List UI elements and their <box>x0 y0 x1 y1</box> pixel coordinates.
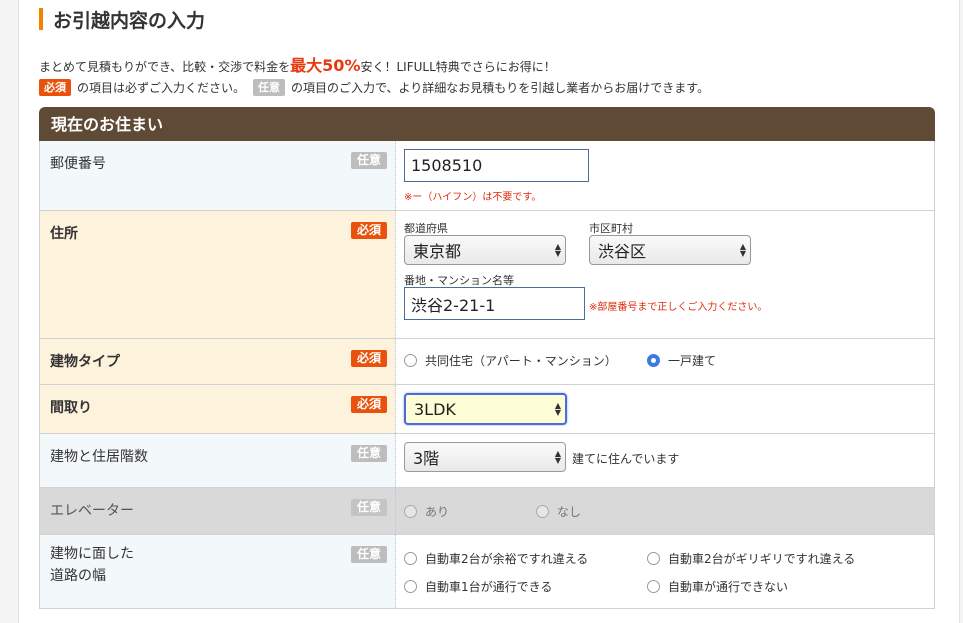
intro-line-1: まとめて見積もりができ、比較・交渉で料金を最大50%安く！LIFULL特典でさら… <box>39 52 556 76</box>
label-cell: 建物と住居階数 任意 <box>40 434 396 487</box>
field-cell: 共同住宅（アパート・マンション） 一戸建て <box>396 339 934 384</box>
layout-value: 3LDK <box>414 399 456 419</box>
prefecture-select[interactable]: 東京都 ▲ ▼ <box>404 235 566 265</box>
label-cell: 郵便番号 任意 <box>40 141 396 210</box>
field-cell: 3階 ▲ ▼ 建てに住んでいます <box>396 434 934 487</box>
radio-circle-icon <box>536 505 549 518</box>
row-label: エレベーター <box>50 503 134 519</box>
field-cell: あり なし <box>396 488 934 534</box>
label-cell: 建物に面した 道路の幅 任意 <box>40 535 396 608</box>
label-cell: 建物タイプ 必須 <box>40 339 396 384</box>
intro-line-1-pre: まとめて見積もりができ、比較・交渉で料金を <box>39 60 291 74</box>
radio-circle-icon <box>647 354 660 367</box>
city-label: 市区町村 <box>589 222 633 235</box>
optional-badge: 任意 <box>253 79 286 96</box>
intro-line-2: 必須 の項目は必ずご入力ください。 任意 の項目のご入力で、より詳細なお見積もり… <box>39 79 709 96</box>
radio-detached-house[interactable]: 一戸建て <box>647 352 716 369</box>
city-select[interactable]: 渋谷区 ▲ ▼ <box>589 235 751 265</box>
intro-line-1-post: 安く！LIFULL特典でさらにお得に！ <box>360 60 556 74</box>
floors-suffix: 建てに住んでいます <box>572 452 680 466</box>
required-badge: 必須 <box>350 396 387 413</box>
label-cell: 間取り 必須 <box>40 385 396 433</box>
radio-circle-icon <box>404 580 417 593</box>
radio-circle-icon <box>647 552 660 565</box>
prefecture-value: 東京都 <box>413 242 462 261</box>
up-down-chevron-icon: ▲ ▼ <box>554 242 561 258</box>
layout-select[interactable]: 3LDK ▲ ▼ <box>404 393 567 425</box>
row-label-line-2: 道路の幅 <box>50 568 106 584</box>
prefecture-label: 都道府県 <box>404 222 448 235</box>
radio-label: あり <box>425 505 450 519</box>
optional-badge: 任意 <box>350 445 387 462</box>
up-down-chevron-icon: ▲ ▼ <box>554 449 561 465</box>
row-floors: 建物と住居階数 任意 3階 ▲ ▼ 建てに住んでいます <box>39 434 935 488</box>
page-title-text: お引越内容の入力 <box>53 9 206 32</box>
row-label: 住所 <box>50 226 78 242</box>
radio-label: 自動車1台が通行できる <box>425 580 553 594</box>
radio-road-option-3[interactable]: 自動車1台が通行できる <box>404 578 552 595</box>
title-accent-bar <box>39 8 43 30</box>
field-cell: 1508510 ※ー（ハイフン）は不要です。 <box>396 141 934 210</box>
row-label-line-1: 建物に面した <box>50 546 134 562</box>
row-building-type: 建物タイプ 必須 共同住宅（アパート・マンション） 一戸建て <box>39 339 935 385</box>
radio-road-option-4[interactable]: 自動車が通行できない <box>647 578 788 595</box>
intro-line-2-mid: の項目は必ずご入力ください。 <box>77 81 246 95</box>
row-layout: 間取り 必須 3LDK ▲ ▼ <box>39 385 935 434</box>
street-address-input[interactable]: 渋谷2-21-1 <box>404 287 585 320</box>
optional-badge: 任意 <box>350 546 387 563</box>
street-label: 番地・マンション名等 <box>404 274 514 287</box>
row-label: 建物タイプ <box>50 354 120 370</box>
row-label: 郵便番号 <box>50 156 106 172</box>
row-elevator: エレベーター 任意 あり なし <box>39 488 935 535</box>
radio-road-option-2[interactable]: 自動車2台がギリギリですれ違える <box>647 550 855 567</box>
radio-road-option-1[interactable]: 自動車2台が余裕ですれ違える <box>404 550 588 567</box>
postal-code-input[interactable]: 1508510 <box>404 149 589 182</box>
radio-label: 自動車2台が余裕ですれ違える <box>425 552 589 566</box>
radio-circle-icon <box>404 505 417 518</box>
field-cell: 自動車2台が余裕ですれ違える 自動車2台がギリギリですれ違える 自動車1台が通行… <box>396 535 934 608</box>
up-down-chevron-icon: ▲ ▼ <box>739 242 746 258</box>
section-header: 現在のお住まい <box>39 107 935 141</box>
label-cell: エレベーター 任意 <box>40 488 396 534</box>
page-title: お引越内容の入力 <box>39 6 205 32</box>
city-value: 渋谷区 <box>598 242 647 261</box>
intro-highlight: 最大50% <box>290 56 361 75</box>
optional-badge: 任意 <box>350 499 387 516</box>
radio-circle-icon <box>404 552 417 565</box>
required-badge: 必須 <box>39 79 71 96</box>
required-badge: 必須 <box>350 350 387 367</box>
street-address-note: ※部屋番号まで正しくご入力ください。 <box>589 302 768 313</box>
radio-label: 自動車が通行できない <box>668 580 789 594</box>
up-down-chevron-icon: ▲ ▼ <box>554 401 561 417</box>
required-badge: 必須 <box>350 222 387 239</box>
field-cell: 3LDK ▲ ▼ <box>396 385 934 433</box>
radio-elevator-no[interactable]: なし <box>536 503 581 520</box>
radio-elevator-yes[interactable]: あり <box>404 503 449 520</box>
optional-badge: 任意 <box>350 152 387 169</box>
current-residence-form: 現在のお住まい 郵便番号 任意 1508510 ※ー（ハイフン）は不要です。 住… <box>39 107 935 609</box>
radio-apartment[interactable]: 共同住宅（アパート・マンション） <box>404 352 617 369</box>
row-address: 住所 必須 都道府県 東京都 ▲ ▼ 市区町村 渋谷区 ▲ ▼ 番地・マンション名等… <box>39 211 935 339</box>
radio-label: 自動車2台がギリギリですれ違える <box>668 552 856 566</box>
label-cell: 住所 必須 <box>40 211 396 338</box>
radio-label: 一戸建て <box>668 354 717 368</box>
floors-select[interactable]: 3階 ▲ ▼ <box>404 442 566 472</box>
radio-circle-icon <box>647 580 660 593</box>
row-postal-code: 郵便番号 任意 1508510 ※ー（ハイフン）は不要です。 <box>39 141 935 211</box>
row-road-width: 建物に面した 道路の幅 任意 自動車2台が余裕ですれ違える 自動車2台がギリギリ… <box>39 535 935 609</box>
row-label: 間取り <box>50 400 92 416</box>
floors-value: 3階 <box>413 449 440 468</box>
row-label: 建物と住居階数 <box>50 449 148 465</box>
field-cell: 都道府県 東京都 ▲ ▼ 市区町村 渋谷区 ▲ ▼ 番地・マンション名等 渋谷2-2… <box>396 211 934 338</box>
page-container: お引越内容の入力 まとめて見積もりができ、比較・交渉で料金を最大50%安く！LI… <box>18 0 960 623</box>
radio-circle-icon <box>404 354 417 367</box>
radio-label: 共同住宅（アパート・マンション） <box>425 354 617 368</box>
intro-line-2-post: の項目のご入力で、より詳細なお見積もりを引越し業者からお届けできます。 <box>291 81 710 95</box>
radio-label: なし <box>557 505 582 519</box>
postal-code-note: ※ー（ハイフン）は不要です。 <box>404 192 542 203</box>
